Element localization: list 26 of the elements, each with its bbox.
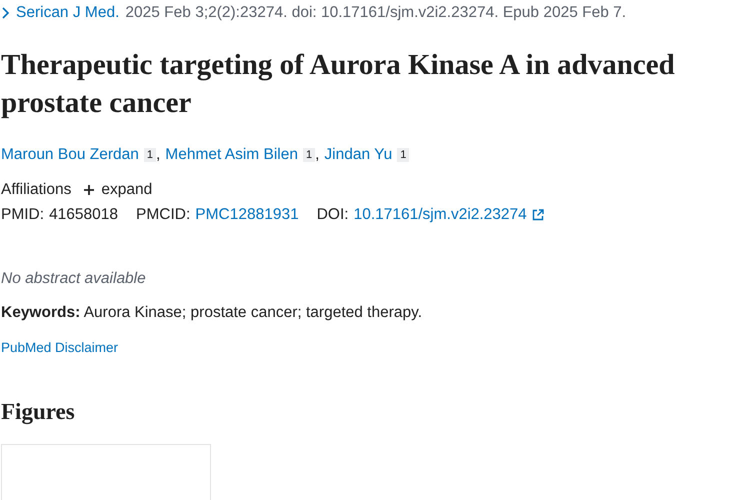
affiliation-number[interactable]: 1 [144, 148, 156, 162]
identifier-link[interactable]: PMC12881931 [195, 206, 299, 224]
author-link[interactable]: Maroun Bou Zerdan [1, 146, 139, 164]
citation-details: 2025 Feb 3;2(2):23274. doi: 10.17161/sjm.v2i2.23274. Epub 2025 Feb 7. [125, 4, 626, 22]
section-heading: Figures [1, 399, 76, 425]
keywords-text: Keywords: Aurora Kinase; prostate cancer; targeted therapy. [1, 304, 424, 322]
expand-toggle[interactable]: expand [83, 181, 152, 199]
affiliations-label: Affiliations [1, 181, 72, 199]
external-link-icon[interactable] [532, 209, 544, 221]
identifier-value: 41658018 [49, 206, 118, 224]
no-abstract-note: No abstract available [1, 270, 147, 288]
affiliation-number[interactable]: 1 [397, 148, 410, 162]
identifier-link[interactable]: 10.17161/sjm.v2i2.23274 [354, 206, 527, 224]
journal-link[interactable]: Serican J Med. [16, 4, 120, 22]
comma-separator: , [315, 146, 320, 164]
affiliation-number[interactable]: 1 [302, 148, 316, 162]
identifier-label: PMID: [1, 206, 44, 224]
chevron-right-icon [1, 7, 10, 19]
author-link[interactable]: Mehmet Asim Bilen [165, 146, 298, 164]
disclaimer-link[interactable]: PubMed Disclaimer [1, 340, 118, 355]
plus-icon [83, 184, 96, 196]
article-title: Therapeutic targeting of Aurora Kinase A in advanced prostate cancer [1, 48, 676, 121]
comma-separator: , [156, 146, 160, 164]
identifier-label: PMCID: [136, 206, 190, 224]
author-link[interactable]: Jindan Yu [324, 146, 392, 164]
identifier-label: DOI: [316, 206, 349, 224]
